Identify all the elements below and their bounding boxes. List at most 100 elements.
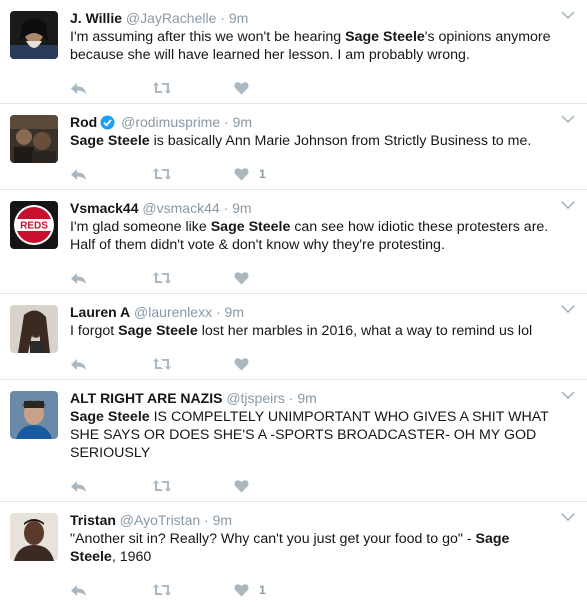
chevron-down-icon[interactable] [561, 200, 575, 210]
heart-icon [234, 358, 249, 371]
tweet-text-segment: I'm assuming after this we won't be hear… [70, 29, 346, 45]
chevron-down-icon[interactable] [561, 512, 575, 522]
like-count: 1 [259, 167, 266, 181]
tweet-text-segment: is basically Ann Marie Johnson from Stri… [149, 133, 532, 149]
tweet-header: Rod @rodimusprime · 9m [70, 113, 557, 131]
tweet-header: Tristan @AyoTristan · 9m [70, 511, 557, 529]
reply-button[interactable] [70, 82, 152, 95]
reply-button[interactable] [70, 584, 152, 597]
tweet-text: I'm glad someone like Sage Steele can se… [70, 218, 557, 254]
tweet[interactable]: ALT RIGHT ARE NAZIS @tjspeirs · 9m Sage … [0, 380, 587, 502]
reds-logo-text: REDS [20, 221, 48, 232]
avatar[interactable]: REDS [10, 201, 58, 249]
tweet-actions [70, 71, 557, 105]
like-button[interactable] [234, 479, 316, 493]
heart-icon [234, 480, 249, 493]
retweet-button[interactable] [152, 583, 234, 597]
reply-button[interactable] [70, 480, 152, 493]
retweet-button[interactable] [152, 357, 234, 371]
tweet-text-segment: , 1960 [111, 549, 152, 565]
user-handle[interactable]: @tjspeirs [226, 390, 285, 406]
heart-icon [234, 272, 249, 285]
user-handle[interactable]: @laurenlexx [134, 304, 212, 320]
reply-button[interactable] [70, 168, 152, 181]
search-term-highlight[interactable]: Sage Steele [345, 29, 425, 45]
display-name[interactable]: Tristan [70, 512, 116, 528]
like-button[interactable] [234, 271, 316, 285]
retweet-button[interactable] [152, 271, 234, 285]
display-name[interactable]: J. Willie [70, 10, 122, 26]
retweet-icon [153, 82, 171, 94]
search-term-highlight[interactable]: Sage Steele [211, 219, 291, 235]
separator-dot: · [223, 200, 229, 216]
display-name[interactable]: Vsmack44 [70, 200, 139, 216]
tweet-text-segment: lost her marbles in 2016, what a way to … [197, 323, 533, 339]
display-name[interactable]: ALT RIGHT ARE NAZIS [70, 390, 222, 406]
chevron-down-icon[interactable] [561, 390, 575, 400]
like-button[interactable]: 1 [234, 167, 316, 181]
tweet-header: J. Willie @JayRachelle · 9m [70, 9, 557, 27]
search-term-highlight[interactable]: Sage Steele [118, 323, 198, 339]
heart-icon [234, 168, 249, 181]
verified-badge-icon [100, 115, 115, 130]
tweet-text-segment: "Another sit in? Really? Why can't you j… [70, 531, 476, 547]
reply-button[interactable] [70, 272, 152, 285]
reply-icon [71, 358, 86, 370]
user-handle[interactable]: @AyoTristan [120, 512, 200, 528]
reply-button[interactable] [70, 358, 152, 371]
like-button[interactable]: 1 [234, 583, 316, 597]
display-name[interactable]: Lauren A [70, 304, 130, 320]
retweet-icon [153, 480, 171, 492]
reply-icon [71, 272, 86, 284]
tweet-header: Vsmack44 @vsmack44 · 9m [70, 199, 557, 217]
separator-dot: · [288, 390, 294, 406]
user-handle[interactable]: @rodimusprime [121, 114, 220, 130]
user-handle[interactable]: @vsmack44 [142, 200, 219, 216]
user-handle[interactable]: @JayRachelle [126, 10, 216, 26]
tweet-text-segment: I forgot [70, 323, 119, 339]
timestamp[interactable]: 9m [225, 304, 244, 320]
reply-icon [71, 82, 86, 94]
chevron-down-icon[interactable] [561, 114, 575, 124]
avatar[interactable] [10, 513, 58, 561]
tweet[interactable]: Lauren A @laurenlexx · 9m I forgot Sage … [0, 294, 587, 380]
separator-dot: · [215, 304, 221, 320]
tweet[interactable]: REDS Vsmack44 @vsmack44 · 9m I'm glad so… [0, 190, 587, 294]
display-name[interactable]: Rod [70, 114, 97, 130]
retweet-button[interactable] [152, 479, 234, 493]
avatar[interactable] [10, 305, 58, 353]
tweet-text: I'm assuming after this we won't be hear… [70, 28, 557, 64]
chevron-down-icon[interactable] [561, 304, 575, 314]
timestamp[interactable]: 9m [297, 390, 316, 406]
avatar[interactable] [10, 391, 58, 439]
separator-dot: · [204, 512, 209, 528]
tweet[interactable]: J. Willie @JayRachelle · 9m I'm assuming… [0, 0, 587, 104]
tweet-header: Lauren A @laurenlexx · 9m [70, 303, 557, 321]
timestamp[interactable]: 9m [229, 10, 248, 26]
search-term-highlight[interactable]: Sage Steele [70, 409, 150, 425]
avatar[interactable] [10, 115, 58, 163]
avatar[interactable] [10, 11, 58, 59]
like-count: 1 [259, 583, 266, 597]
chevron-down-icon[interactable] [561, 10, 575, 20]
timestamp[interactable]: 9m [233, 114, 252, 130]
tweet-text: I forgot Sage Steele lost her marbles in… [70, 322, 557, 340]
tweet-actions: 1 [70, 157, 557, 191]
tweet-header: ALT RIGHT ARE NAZIS @tjspeirs · 9m [70, 389, 557, 407]
retweet-button[interactable] [152, 81, 234, 95]
tweet[interactable]: Tristan @AyoTristan · 9m "Another sit in… [0, 502, 587, 601]
tweet-feed: J. Willie @JayRachelle · 9m I'm assuming… [0, 0, 587, 601]
retweet-button[interactable] [152, 167, 234, 181]
timestamp[interactable]: 9m [232, 200, 251, 216]
tweet-text: Sage Steele is basically Ann Marie Johns… [70, 132, 557, 150]
tweet-actions [70, 347, 557, 381]
like-button[interactable] [234, 81, 316, 95]
tweet-actions [70, 469, 557, 503]
retweet-icon [153, 584, 171, 596]
like-button[interactable] [234, 357, 316, 371]
tweet[interactable]: Rod @rodimusprime · 9m Sage Steele is ba… [0, 104, 587, 190]
search-term-highlight[interactable]: Sage Steele [70, 133, 150, 149]
tweet-actions [70, 261, 557, 295]
timestamp[interactable]: 9m [213, 512, 232, 528]
heart-icon [234, 584, 249, 597]
